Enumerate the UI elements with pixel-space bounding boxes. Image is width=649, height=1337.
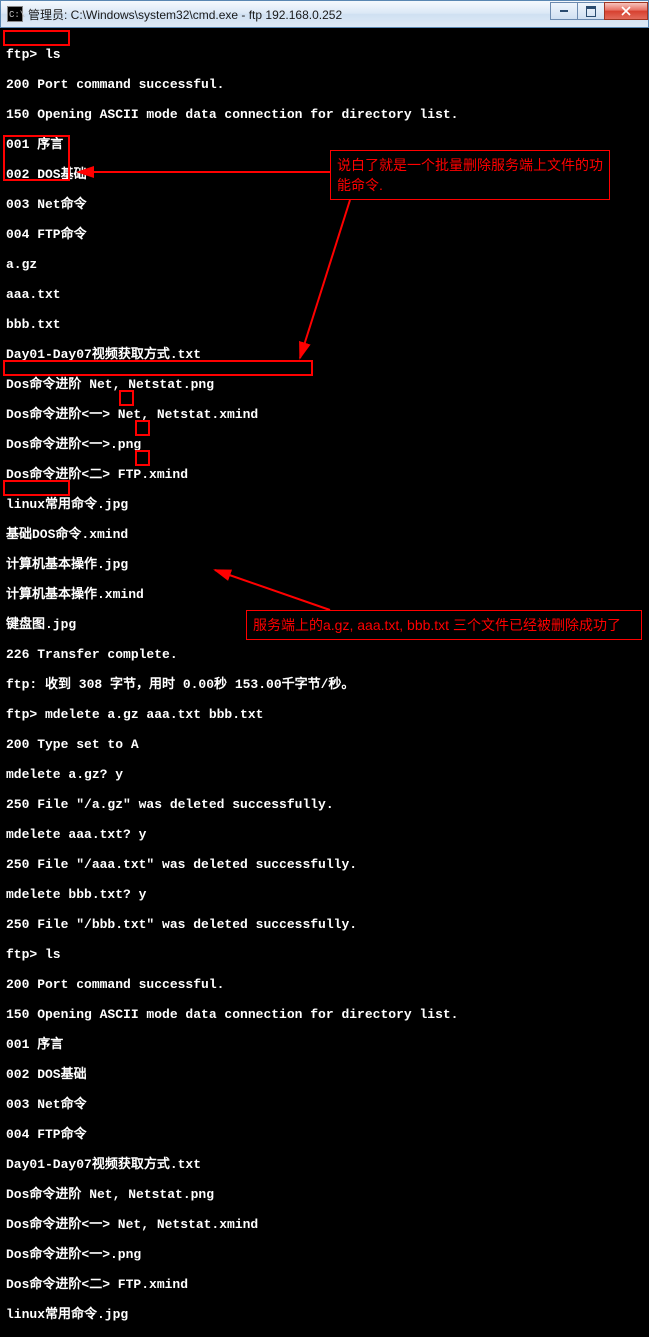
annotation-callout-2: 服务端上的a.gz, aaa.txt, bbb.txt 三个文件已经被删除成功了 [246,610,642,640]
terminal-line: a.gz [6,257,643,272]
window-title: 管理员: C:\Windows\system32\cmd.exe - ftp 1… [28,6,551,23]
window-buttons [551,1,648,27]
terminal-line: ftp> mdelete a.gz aaa.txt bbb.txt [6,707,643,722]
terminal-line: bbb.txt [6,317,643,332]
minimize-button[interactable] [550,2,578,20]
terminal-line: Dos命令进阶<一> Net, Netstat.xmind [6,407,643,422]
terminal-line: ftp> ls [6,47,643,62]
terminal-line: 计算机基本操作.jpg [6,557,643,572]
terminal-line: 004 FTP命令 [6,1127,643,1142]
terminal-line: Dos命令进阶 Net, Netstat.png [6,1187,643,1202]
terminal-line: 001 序言 [6,1037,643,1052]
terminal-line: 200 Port command successful. [6,977,643,992]
terminal-line: Day01-Day07视频获取方式.txt [6,1157,643,1172]
terminal-line: aaa.txt [6,287,643,302]
close-icon [621,6,631,16]
terminal-line: Dos命令进阶<二> FTP.xmind [6,1277,643,1292]
terminal-line: mdelete aaa.txt? y [6,827,643,842]
terminal-line: Dos命令进阶<二> FTP.xmind [6,467,643,482]
terminal-line: 200 Port command successful. [6,77,643,92]
terminal-line: 基础DOS命令.xmind [6,527,643,542]
terminal-line: Dos命令进阶<一>.png [6,437,643,452]
terminal-line: 150 Opening ASCII mode data connection f… [6,1007,643,1022]
terminal-line: 250 File "/bbb.txt" was deleted successf… [6,917,643,932]
terminal-line: 004 FTP命令 [6,227,643,242]
terminal-line: Day01-Day07视频获取方式.txt [6,347,643,362]
terminal-line: mdelete bbb.txt? y [6,887,643,902]
maximize-button[interactable] [577,2,605,20]
terminal-line: 250 File "/a.gz" was deleted successfull… [6,797,643,812]
terminal-line: linux常用命令.jpg [6,497,643,512]
terminal-line: 250 File "/aaa.txt" was deleted successf… [6,857,643,872]
terminal-line: 200 Type set to A [6,737,643,752]
terminal-line: 计算机基本操作.xmind [6,587,643,602]
terminal-line: mdelete a.gz? y [6,767,643,782]
terminal-line: ftp: 收到 308 字节，用时 0.00秒 153.00千字节/秒。 [6,677,643,692]
terminal-line: Dos命令进阶 Net, Netstat.png [6,377,643,392]
cmd-icon: C:\ [7,6,23,22]
terminal-line: Dos命令进阶<一> Net, Netstat.xmind [6,1217,643,1232]
terminal-line: Dos命令进阶<一>.png [6,1247,643,1262]
terminal-line: 150 Opening ASCII mode data connection f… [6,107,643,122]
terminal-line: 003 Net命令 [6,1097,643,1112]
terminal-line: linux常用命令.jpg [6,1307,643,1322]
terminal-line: ftp> ls [6,947,643,962]
terminal-line: 226 Transfer complete. [6,647,643,662]
window-titlebar: C:\ 管理员: C:\Windows\system32\cmd.exe - f… [0,0,649,28]
annotation-callout-1: 说白了就是一个批量删除服务端上文件的功能命令. [330,150,610,200]
close-button[interactable] [604,2,648,20]
terminal-line: 002 DOS基础 [6,1067,643,1082]
